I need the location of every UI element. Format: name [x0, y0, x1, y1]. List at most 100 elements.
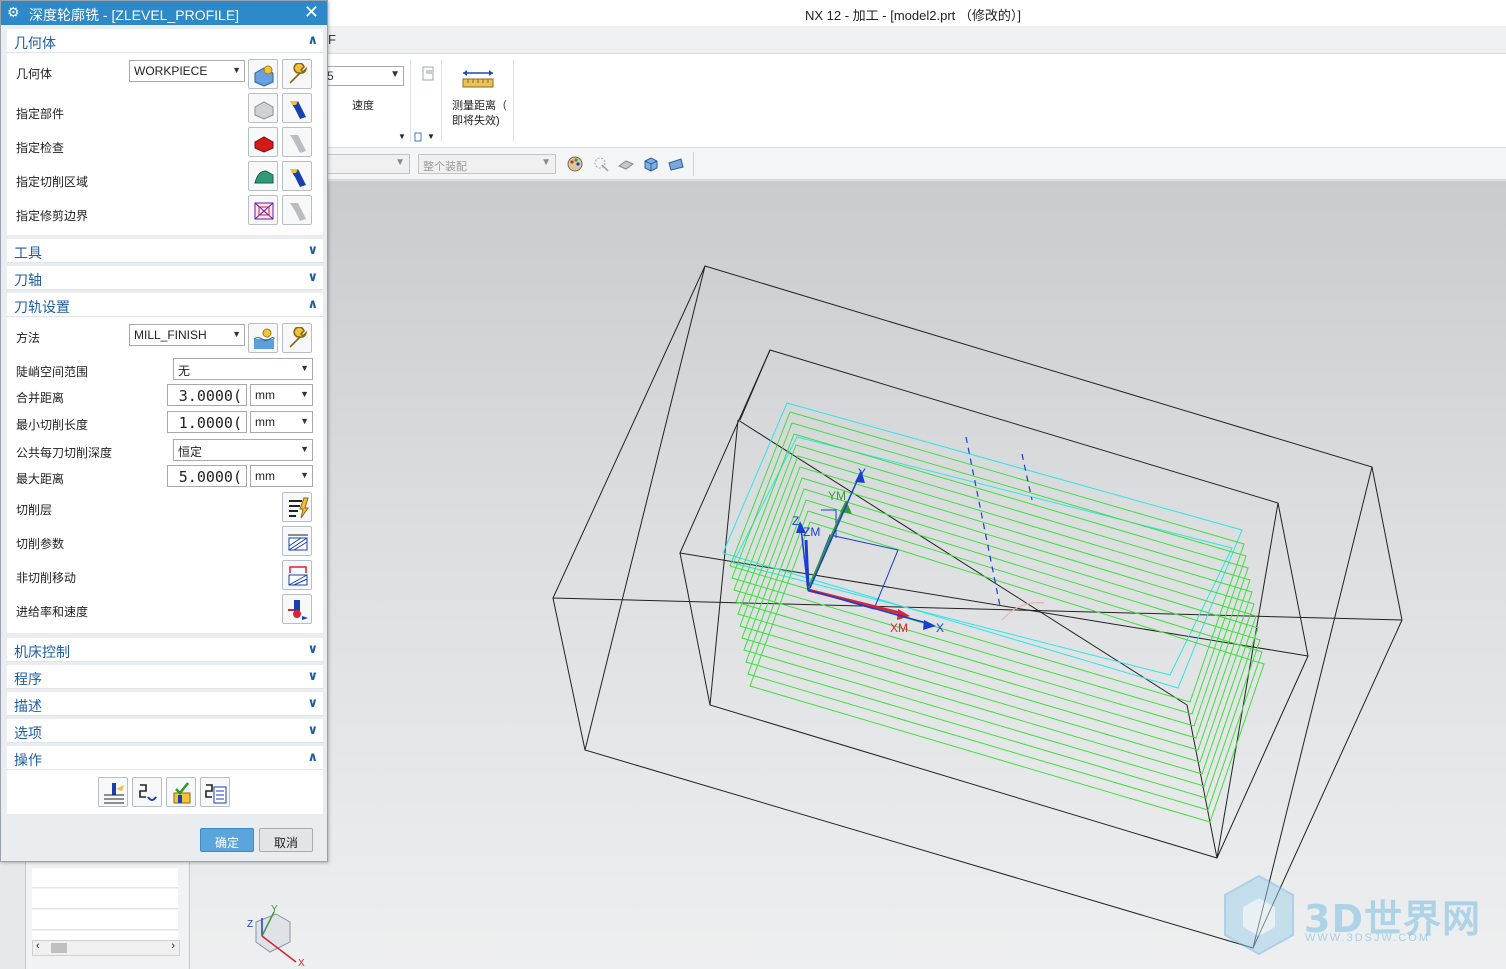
- display-part-button[interactable]: [282, 93, 312, 123]
- menubar-partial-label[interactable]: F: [328, 32, 336, 47]
- section-header-description[interactable]: 描述 ∨: [7, 692, 323, 716]
- chevron-down-icon[interactable]: ∨: [307, 668, 318, 684]
- section-description[interactable]: 描述 ∨: [7, 692, 323, 716]
- graphics-window[interactable]: Y YM Z ZM XM X Y Z X 3D世界网 WWW.3DSJW.COM: [190, 181, 1506, 969]
- scroll-left-icon[interactable]: ‹: [36, 940, 40, 952]
- specify-cut-area-button[interactable]: [248, 161, 278, 191]
- cube-view-icon[interactable]: [642, 155, 660, 173]
- feeds-speeds-label: 进给率和速度: [16, 605, 89, 619]
- replay-button[interactable]: [132, 777, 162, 807]
- ribbon-dropdown-icon[interactable]: ▼: [398, 132, 406, 141]
- model-viewport[interactable]: Y YM Z ZM XM X Y Z X: [190, 181, 1506, 969]
- chevron-down-icon[interactable]: ∨: [307, 269, 318, 285]
- toolpath-levels: [729, 411, 1265, 823]
- geometry-select[interactable]: WORKPIECE ▼: [129, 60, 245, 82]
- triad-z-label: Z: [247, 919, 253, 930]
- blank-wireframe: [552, 265, 1403, 949]
- chevron-up-icon[interactable]: ∧: [307, 296, 318, 312]
- section-header-program[interactable]: 程序 ∨: [7, 665, 323, 689]
- chevron-down-icon[interactable]: ∨: [307, 695, 318, 711]
- app-title: NX 12 - 加工 - [model2.prt （修改的）]: [805, 8, 1021, 23]
- display-trim-button[interactable]: [282, 195, 312, 225]
- copy-icon[interactable]: [422, 66, 436, 82]
- display-check-button[interactable]: [282, 127, 312, 157]
- new-geometry-icon: [254, 65, 274, 87]
- edit-method-button[interactable]: [282, 323, 312, 353]
- speed-combo[interactable]: 5 ▼: [322, 66, 404, 86]
- merge-distance-field[interactable]: 3.0000(: [167, 384, 247, 406]
- ribbon-separator: [513, 60, 514, 142]
- section-header-path-settings[interactable]: 刀轨设置 ∧: [7, 293, 323, 317]
- specify-check-label: 指定检查: [16, 141, 65, 155]
- steep-range-select[interactable]: 无 ▼: [173, 358, 313, 380]
- resource-bar: [0, 860, 26, 969]
- min-cut-length-unit[interactable]: mm ▼: [250, 411, 313, 433]
- type-filter-combo[interactable]: ▼: [322, 154, 410, 174]
- measure-distance-icon[interactable]: [461, 68, 495, 90]
- list-item[interactable]: [32, 889, 178, 909]
- color-palette-icon[interactable]: [566, 155, 584, 173]
- section-program[interactable]: 程序 ∨: [7, 665, 323, 689]
- geometry-label: 几何体: [16, 67, 53, 81]
- shaded-view-icon[interactable]: [617, 155, 635, 173]
- cancel-button[interactable]: 取消: [259, 828, 313, 852]
- list-item[interactable]: [32, 868, 178, 888]
- method-select[interactable]: MILL_FINISH ▼: [129, 324, 245, 346]
- specify-trim-button[interactable]: [248, 195, 278, 225]
- section-tool-axis[interactable]: 刀轴 ∨: [7, 266, 323, 290]
- assembly-scope-combo[interactable]: 整个装配 ▼: [418, 154, 556, 174]
- navigator-scrollbar[interactable]: ‹ ›: [32, 940, 180, 956]
- gear-icon: ⚙: [7, 4, 20, 20]
- list-button[interactable]: [200, 777, 230, 807]
- depth-per-cut-select[interactable]: 恒定 ▼: [173, 439, 313, 461]
- ribbon-dropdown-icon[interactable]: ▼: [427, 132, 435, 141]
- section-header-tool[interactable]: 工具 ∨: [7, 239, 323, 263]
- dialog-titlebar[interactable]: ⚙ 深度轮廓铣 - [ZLEVEL_PROFILE] ✕: [1, 1, 327, 25]
- chevron-down-icon[interactable]: ∨: [307, 242, 318, 258]
- chevron-up-icon[interactable]: ∧: [307, 32, 318, 48]
- select-filter-icon[interactable]: [592, 155, 610, 173]
- ok-button[interactable]: 确定: [200, 828, 254, 852]
- merge-distance-unit[interactable]: mm ▼: [250, 384, 313, 406]
- small-tool-icon[interactable]: [414, 132, 424, 142]
- measure-distance-label-2[interactable]: 即将失效): [452, 112, 500, 128]
- list-item[interactable]: [32, 910, 178, 930]
- speed-combo-value: 5: [327, 69, 334, 83]
- new-method-button[interactable]: [248, 323, 278, 353]
- close-icon[interactable]: ✕: [304, 2, 319, 23]
- sheet-view-icon[interactable]: [667, 155, 685, 173]
- measure-distance-label-1[interactable]: 测量距离（: [452, 97, 507, 113]
- cut-params-button[interactable]: [282, 526, 312, 556]
- display-cut-area-button[interactable]: [282, 161, 312, 191]
- cut-levels-button[interactable]: [282, 492, 312, 522]
- non-cut-moves-button[interactable]: [282, 560, 312, 590]
- section-machine-control[interactable]: 机床控制 ∨: [7, 638, 323, 662]
- generate-toolpath-button[interactable]: [98, 777, 128, 807]
- scroll-right-icon[interactable]: ›: [171, 940, 175, 952]
- edit-geometry-button[interactable]: [282, 59, 312, 89]
- specify-part-label: 指定部件: [16, 107, 65, 121]
- merge-distance-unit-value: mm: [255, 388, 275, 402]
- specify-check-button[interactable]: [248, 127, 278, 157]
- section-header-geometry[interactable]: 几何体 ∧: [7, 29, 323, 53]
- chevron-down-icon: ▼: [300, 444, 309, 454]
- max-distance-unit[interactable]: mm ▼: [250, 465, 313, 487]
- verify-button[interactable]: [166, 777, 196, 807]
- section-options[interactable]: 选项 ∨: [7, 719, 323, 743]
- section-header-machine-control[interactable]: 机床控制 ∨: [7, 638, 323, 662]
- chevron-down-icon[interactable]: ∨: [307, 641, 318, 657]
- new-geometry-button[interactable]: [248, 59, 278, 89]
- max-distance-field[interactable]: 5.0000(: [167, 465, 247, 487]
- y-axis-label: Y: [858, 466, 866, 480]
- section-header-actions[interactable]: 操作 ∧: [7, 746, 323, 770]
- section-header-tool-axis[interactable]: 刀轴 ∨: [7, 266, 323, 290]
- scroll-thumb[interactable]: [51, 943, 67, 953]
- section-header-options[interactable]: 选项 ∨: [7, 719, 323, 743]
- chevron-up-icon[interactable]: ∧: [307, 749, 318, 765]
- chevron-down-icon: ▼: [300, 470, 309, 480]
- feeds-speeds-button[interactable]: [282, 594, 312, 624]
- chevron-down-icon[interactable]: ∨: [307, 722, 318, 738]
- specify-part-button[interactable]: [248, 93, 278, 123]
- min-cut-length-field[interactable]: 1.0000(: [167, 411, 247, 433]
- section-tool[interactable]: 工具 ∨: [7, 239, 323, 263]
